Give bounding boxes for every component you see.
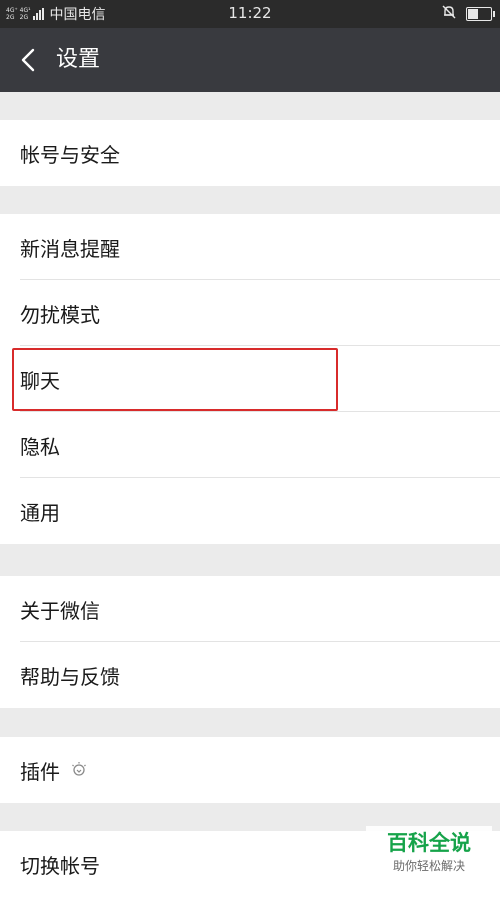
- settings-item-account-security[interactable]: 帐号与安全: [0, 120, 500, 186]
- back-button[interactable]: [14, 44, 42, 76]
- settings-item-label: 关于微信: [20, 598, 100, 623]
- battery-level: [468, 9, 478, 19]
- settings-item-label: 帮助与反馈: [20, 664, 120, 689]
- status-right: [442, 5, 495, 23]
- settings-item-label: 勿扰模式: [20, 302, 100, 327]
- page-title: 设置: [56, 47, 101, 72]
- settings-group-plugins: 插件: [0, 737, 500, 803]
- settings-item-label: 帐号与安全: [20, 142, 120, 167]
- settings-item-new-message-notification[interactable]: 新消息提醒: [0, 214, 500, 280]
- lightbulb-icon: [70, 761, 88, 779]
- settings-item-label: 切换帐号: [20, 853, 100, 878]
- bell-muted-icon: [442, 5, 456, 23]
- settings-item-general[interactable]: 通用: [0, 478, 500, 544]
- settings-group-account: 帐号与安全: [0, 120, 500, 186]
- title-bar: 设置: [0, 28, 500, 92]
- settings-item-label: 通用: [20, 500, 60, 525]
- settings-item-plugins[interactable]: 插件: [0, 737, 500, 803]
- settings-item-do-not-disturb[interactable]: 勿扰模式: [0, 280, 500, 346]
- settings-item-label: 隐私: [20, 434, 60, 459]
- status-time: 11:22: [228, 4, 272, 22]
- highlight-box: [12, 348, 338, 411]
- settings-group-about: 关于微信 帮助与反馈: [0, 576, 500, 708]
- watermark-title: 百科全说: [387, 831, 471, 855]
- settings-item-about-wechat[interactable]: 关于微信: [0, 576, 500, 642]
- battery-icon: [466, 7, 495, 21]
- settings-item-privacy[interactable]: 隐私: [0, 412, 500, 478]
- settings-item-help-feedback[interactable]: 帮助与反馈: [0, 642, 500, 708]
- watermark: 百科全说 助你轻松解决: [366, 826, 492, 882]
- status-bar: 4G⁺ 2G 4G¹ 2G 中国电信 11:22: [0, 0, 500, 28]
- settings-item-label: 插件: [20, 759, 60, 784]
- watermark-subtitle: 助你轻松解决: [392, 859, 465, 873]
- settings-item-label: 新消息提醒: [20, 236, 120, 261]
- chevron-left-icon: [21, 48, 35, 72]
